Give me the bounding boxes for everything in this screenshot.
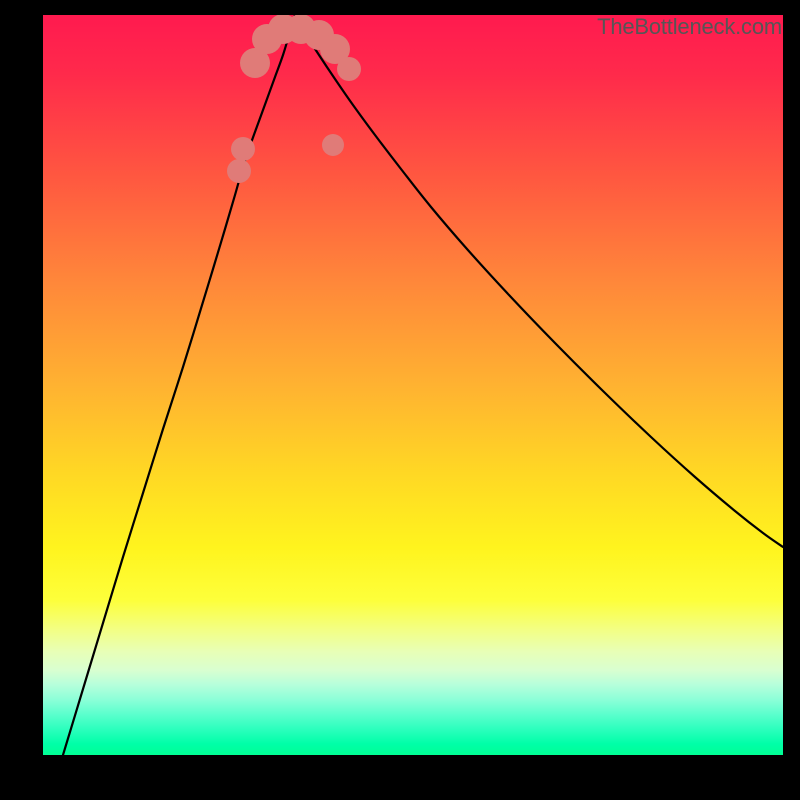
data-point	[231, 137, 255, 161]
watermark-text: TheBottleneck.com	[597, 14, 782, 40]
chart-svg-layer	[43, 15, 783, 755]
chart-frame: TheBottleneck.com	[0, 0, 800, 800]
data-point	[227, 159, 251, 183]
data-points-group	[227, 15, 361, 183]
data-point	[337, 57, 361, 81]
data-point	[322, 134, 344, 156]
bottleneck-curve	[63, 15, 783, 755]
